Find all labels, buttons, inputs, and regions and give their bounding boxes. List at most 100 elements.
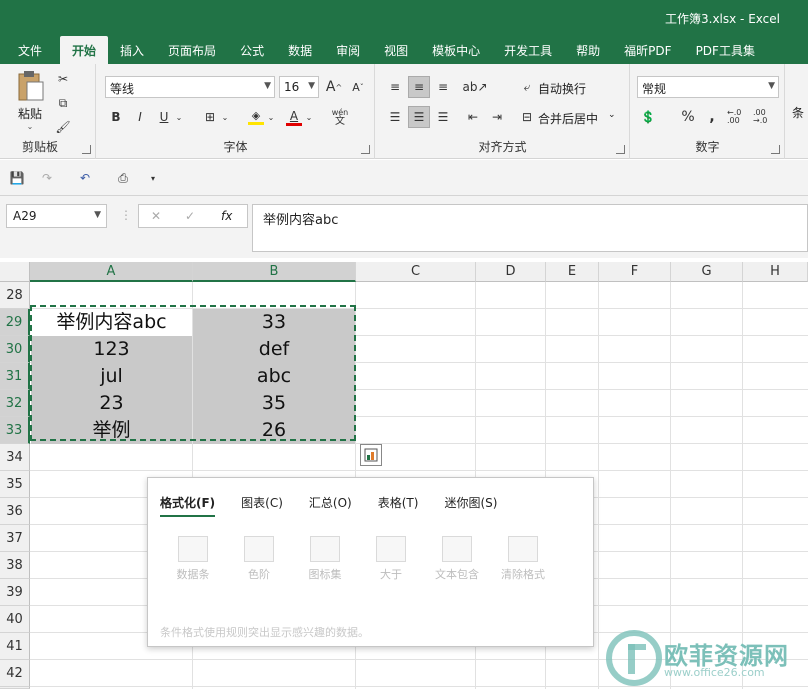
chevron-down-icon[interactable]: ⌄	[173, 106, 185, 128]
qa-data-bars[interactable]: 数据条	[160, 536, 226, 582]
row-header-37[interactable]: 37	[0, 525, 30, 552]
chevron-down-icon[interactable]: ⌄	[303, 106, 315, 128]
select-all-corner[interactable]	[0, 262, 30, 282]
percent-button[interactable]: %	[677, 106, 699, 128]
decrease-decimal-button[interactable]: .00 →.0	[753, 106, 777, 128]
clipboard-launcher-icon[interactable]	[82, 145, 91, 154]
qa-tab-sparklines[interactable]: 迷你图(S)	[444, 494, 497, 517]
cancel-icon[interactable]: ✕	[151, 209, 161, 223]
print-preview-icon[interactable]: ⎙	[112, 167, 134, 189]
tab-help[interactable]: 帮助	[564, 36, 612, 64]
row-header-31[interactable]: 31	[0, 363, 30, 390]
align-bottom-icon[interactable]: ≡	[432, 76, 454, 98]
currency-icon[interactable]: 💲	[637, 106, 659, 128]
quick-analysis-button[interactable]	[360, 444, 382, 466]
qa-greater-than[interactable]: 大于	[358, 536, 424, 582]
alignment-launcher-icon[interactable]	[616, 145, 625, 154]
align-right-icon[interactable]: ☰	[432, 106, 454, 128]
row-header-41[interactable]: 41	[0, 633, 30, 660]
column-header-a[interactable]: A	[30, 262, 193, 282]
font-launcher-icon[interactable]	[361, 145, 370, 154]
tab-file[interactable]: 文件	[0, 36, 60, 64]
font-color-icon[interactable]: A	[283, 106, 305, 128]
copy-icon[interactable]: ⧉	[52, 92, 74, 114]
tab-developer[interactable]: 开发工具	[492, 36, 564, 64]
row-header-36[interactable]: 36	[0, 498, 30, 525]
number-format-select[interactable]: 常规 ▼	[637, 76, 779, 98]
font-name-select[interactable]: 等线 ▼	[105, 76, 275, 98]
customize-qat-icon[interactable]: ▾	[142, 167, 164, 189]
increase-indent-icon[interactable]: ⇥	[486, 106, 508, 128]
tab-pdf-tools[interactable]: PDF工具集	[684, 36, 767, 64]
formula-input[interactable]: 举例内容abc	[252, 204, 808, 252]
tab-foxit-pdf[interactable]: 福昕PDF	[612, 36, 683, 64]
comma-button[interactable]: ,	[701, 106, 723, 128]
tab-home[interactable]: 开始	[60, 36, 109, 64]
qa-color-scale[interactable]: 色阶	[226, 536, 292, 582]
qa-tab-formatting[interactable]: 格式化(F)	[160, 494, 216, 517]
chevron-down-icon[interactable]: ⌄	[219, 106, 231, 128]
qa-text-contains[interactable]: 文本包含	[424, 536, 490, 582]
border-icon[interactable]: ⊞	[199, 106, 221, 128]
qa-icon-set[interactable]: 图标集	[292, 536, 358, 582]
phonetic-icon[interactable]: wén 文	[329, 106, 351, 128]
tab-templates[interactable]: 模板中心	[420, 36, 492, 64]
tab-page-layout[interactable]: 页面布局	[156, 36, 228, 64]
qa-tab-totals[interactable]: 汇总(O)	[309, 494, 352, 517]
insert-function-icon[interactable]: fx	[221, 209, 232, 223]
tab-formulas[interactable]: 公式	[228, 36, 276, 64]
column-header-b[interactable]: B	[193, 262, 356, 282]
column-header-c[interactable]: C	[356, 262, 476, 282]
row-header-42[interactable]: 42	[0, 660, 30, 687]
row-header-32[interactable]: 32	[0, 390, 30, 417]
wrap-text-icon[interactable]: ⤶	[516, 76, 538, 98]
column-header-d[interactable]: D	[476, 262, 546, 282]
tab-insert[interactable]: 插入	[108, 36, 156, 64]
qa-tab-charts[interactable]: 图表(C)	[241, 494, 283, 517]
qa-tab-tables[interactable]: 表格(T)	[378, 494, 419, 517]
conditional-format-partial[interactable]: 条	[792, 104, 804, 121]
row-header-33[interactable]: 33	[0, 417, 30, 444]
orientation-icon[interactable]: ab↗	[462, 76, 487, 98]
align-center-icon[interactable]: ☰	[408, 106, 430, 128]
undo-icon[interactable]: ↶	[74, 167, 96, 189]
merge-center-icon[interactable]: ⊟	[516, 106, 538, 128]
row-header-29[interactable]: 29	[0, 309, 30, 336]
align-top-icon[interactable]: ≡	[384, 76, 406, 98]
increase-decimal-button[interactable]: ←.0 .00	[727, 106, 751, 128]
row-header-28[interactable]: 28	[0, 282, 30, 309]
redo-icon[interactable]: ↷	[36, 167, 58, 189]
chevron-down-icon[interactable]: ⌄	[265, 106, 277, 128]
save-icon[interactable]: 💾	[6, 167, 28, 189]
row-header-39[interactable]: 39	[0, 579, 30, 606]
decrease-indent-icon[interactable]: ⇤	[462, 106, 484, 128]
qa-clear-format[interactable]: 清除格式	[490, 536, 556, 582]
wrap-text-button[interactable]: 自动换行	[538, 80, 586, 97]
chevron-down-icon[interactable]: ⌄	[608, 110, 616, 120]
paste-button[interactable]: 粘贴 ⌄	[10, 70, 50, 134]
bold-button[interactable]: B	[105, 106, 127, 128]
merge-center-button[interactable]: 合并后居中	[538, 110, 598, 127]
row-header-30[interactable]: 30	[0, 336, 30, 363]
column-header-e[interactable]: E	[546, 262, 599, 282]
column-header-f[interactable]: F	[599, 262, 671, 282]
column-header-h[interactable]: H	[743, 262, 808, 282]
font-size-select[interactable]: 16 ▼	[279, 76, 319, 98]
row-header-34[interactable]: 34	[0, 444, 30, 471]
format-painter-icon[interactable]: 🖌	[52, 116, 74, 138]
number-launcher-icon[interactable]	[771, 145, 780, 154]
row-header-38[interactable]: 38	[0, 552, 30, 579]
tab-data[interactable]: 数据	[276, 36, 324, 64]
cut-icon[interactable]: ✂	[52, 68, 74, 90]
name-box[interactable]: A29 ▼	[6, 204, 107, 228]
fill-color-icon[interactable]: ◈	[245, 106, 267, 128]
grow-font-button[interactable]: A ^	[323, 76, 345, 98]
shrink-font-button[interactable]: Aˇ	[347, 76, 369, 98]
align-left-icon[interactable]: ☰	[384, 106, 406, 128]
underline-button[interactable]: U	[153, 106, 175, 128]
row-header-40[interactable]: 40	[0, 606, 30, 633]
enter-icon[interactable]: ✓	[185, 209, 195, 223]
row-header-35[interactable]: 35	[0, 471, 30, 498]
tab-review[interactable]: 审阅	[324, 36, 372, 64]
align-middle-icon[interactable]: ≡	[408, 76, 430, 98]
